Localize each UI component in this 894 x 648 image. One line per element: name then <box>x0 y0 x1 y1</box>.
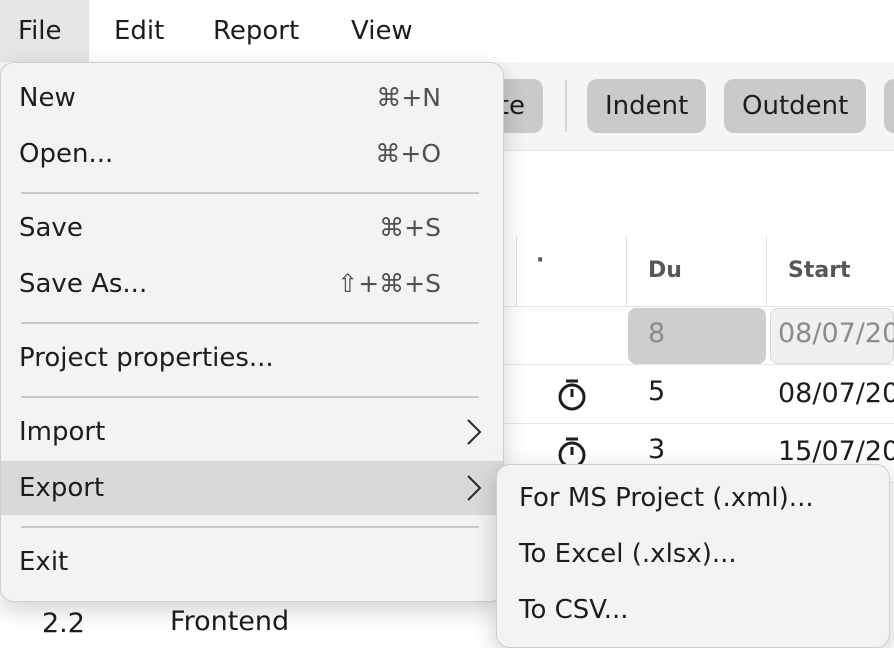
menu-item-label: Exit <box>19 547 69 577</box>
menu-item-save-as[interactable]: Save As... ⇧+⌘+S <box>1 257 503 311</box>
menu-separator <box>21 192 479 194</box>
menu-separator <box>21 322 479 324</box>
menu-separator <box>21 396 479 398</box>
column-header-duration[interactable]: Du <box>648 258 682 283</box>
column-separator[interactable] <box>626 236 627 306</box>
column-separator[interactable] <box>516 236 517 306</box>
menu-edit[interactable]: Edit <box>96 0 182 62</box>
menu-item-label: Save <box>19 213 83 243</box>
menu-item-label: Save As... <box>19 269 148 299</box>
toolbar-button-cutoff[interactable] <box>884 79 894 133</box>
shortcut-label: ⇧+⌘+S <box>337 269 441 298</box>
menu-item-open[interactable]: Open... ⌘+O <box>1 127 503 181</box>
menu-item-exit[interactable]: Exit <box>1 535 503 589</box>
task-name[interactable]: Frontend <box>170 606 289 637</box>
menu-item-export-excel[interactable]: To Excel (.xlsx)... <box>519 527 737 581</box>
menu-item-export-msproject[interactable]: For MS Project (.xml)... <box>519 471 814 525</box>
menu-item-import[interactable]: Import <box>1 405 503 459</box>
menu-item-project-properties[interactable]: Project properties... <box>1 331 503 385</box>
menu-view[interactable]: View <box>333 0 431 62</box>
file-menu: New ⌘+N Open... ⌘+O Save ⌘+S Save As... … <box>0 62 504 602</box>
start-value: 15/07/20 <box>778 436 894 467</box>
chevron-right-icon <box>467 475 482 501</box>
menu-file[interactable]: File <box>0 0 89 62</box>
duration-value: 3 <box>648 434 666 465</box>
column-header-start[interactable]: Start <box>788 258 851 283</box>
menu-item-label: Project properties... <box>19 343 274 373</box>
task-id: 2.2 <box>42 608 85 639</box>
outdent-button[interactable]: Outdent <box>724 79 867 133</box>
export-submenu: For MS Project (.xml)... To Excel (.xlsx… <box>496 464 890 648</box>
shortcut-label: ⌘+N <box>376 83 441 112</box>
menu-item-export-csv[interactable]: To CSV... <box>519 583 629 637</box>
shortcut-label: ⌘+S <box>379 213 441 242</box>
start-value: 08/07/20 <box>778 318 894 349</box>
menu-item-label: New <box>19 83 76 113</box>
menu-item-label: Export <box>19 473 105 503</box>
column-header-dot[interactable]: · <box>536 248 544 273</box>
duration-value: 5 <box>648 376 666 407</box>
menu-bar: File Edit Report View <box>0 0 894 62</box>
menu-item-new[interactable]: New ⌘+N <box>1 71 503 125</box>
timer-icon <box>558 379 586 411</box>
menu-item-export[interactable]: Export <box>1 461 503 515</box>
menu-report[interactable]: Report <box>195 0 317 62</box>
start-value: 08/07/20 <box>778 378 894 409</box>
column-separator[interactable] <box>766 236 767 306</box>
shortcut-label: ⌘+O <box>375 139 441 168</box>
menu-item-label: Open... <box>19 139 114 169</box>
menu-item-label: Import <box>19 417 106 447</box>
menu-item-save[interactable]: Save ⌘+S <box>1 201 503 255</box>
indent-button[interactable]: Indent <box>587 79 707 133</box>
menu-separator <box>21 526 479 528</box>
toolbar-separator <box>565 80 567 132</box>
duration-value: 8 <box>648 318 666 349</box>
chevron-right-icon <box>467 419 482 445</box>
